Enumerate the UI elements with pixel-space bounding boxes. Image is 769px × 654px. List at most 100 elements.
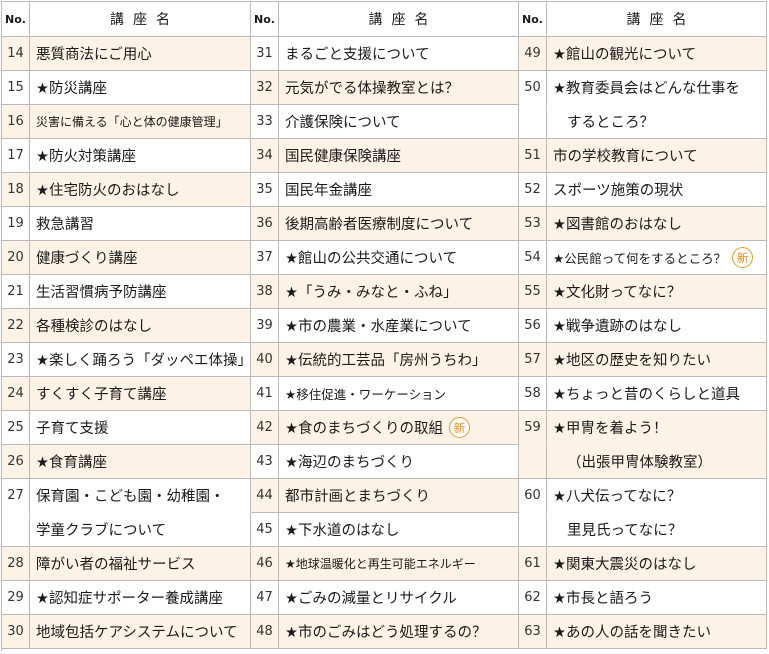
lecture-number: 16: [2, 105, 30, 139]
lecture-title-text: ★関東大震災のはなし: [553, 557, 697, 573]
lecture-title-text: ★文化財ってなに？: [553, 285, 682, 301]
lecture-number: [519, 445, 547, 479]
lecture-title-text: 生活習慣病予防講座: [36, 285, 167, 301]
lecture-title: ★あの人の話を聞きたい: [547, 615, 767, 649]
lecture-title: ★下水道のはなし: [279, 513, 519, 547]
lecture-title-text: ★防火対策講座: [36, 149, 136, 165]
lecture-title-text: ★八犬伝ってなに？: [553, 489, 682, 505]
lecture-number: 39: [251, 309, 279, 343]
lecture-number: [519, 105, 547, 139]
lecture-title-continued: 学童クラブについて: [30, 513, 251, 547]
lecture-title: 悪質商法にご用心: [30, 37, 251, 71]
lecture-number: 23: [2, 343, 30, 377]
header-no: No.: [251, 2, 279, 37]
lecture-number: 19: [2, 207, 30, 241]
lecture-number: 26: [2, 445, 30, 479]
lecture-title-text: （出張甲冑体験教室）: [567, 455, 712, 471]
lecture-title-text: ★ごみの減量とリサイクル: [285, 591, 457, 607]
lecture-title: ★認知症サポーター養成講座: [30, 581, 251, 615]
lecture-title-text: ★楽しく踊ろう「ダッペエ体操」: [36, 353, 251, 369]
lecture-number: 50: [519, 71, 547, 105]
lecture-title-continued: （出張甲冑体験教室）: [547, 445, 767, 479]
lecture-title: ★地区の歴史を知りたい: [547, 343, 767, 377]
lecture-title: 国民年金講座: [279, 173, 519, 207]
lecture-title-text: ★図書館のおはなし: [553, 217, 682, 233]
lecture-title-text: ★館山の観光について: [553, 47, 697, 63]
lecture-title-text: ★住宅防火のおはなし: [36, 183, 180, 199]
lecture-title: スポーツ施策の現状: [547, 173, 767, 207]
lecture-number: 18: [2, 173, 30, 207]
lecture-title: ★伝統的工芸品「房州うちわ」: [279, 343, 519, 377]
lecture-number: 48: [251, 615, 279, 649]
header-lecture-name: 講座名: [547, 2, 767, 37]
lecture-number: 56: [519, 309, 547, 343]
lecture-number: 31: [251, 37, 279, 71]
lecture-title: 介護保険について: [279, 105, 519, 139]
lecture-title: ★食育講座: [30, 445, 251, 479]
lecture-title: ★公民館って何をするところ？ 新: [547, 241, 767, 275]
lecture-title-text: すくすく子育て講座: [36, 387, 167, 403]
lecture-title: ★館山の公共交通について: [279, 241, 519, 275]
lecture-number: 14: [2, 37, 30, 71]
lecture-title: 保育園・こども園・幼稚園・: [30, 479, 251, 513]
lecture-title-text: ★市長と語ろう: [553, 591, 653, 607]
lecture-title: ★防災講座: [30, 71, 251, 105]
lecture-number: 22: [2, 309, 30, 343]
lecture-title: 救急講習: [30, 207, 251, 241]
lecture-list-table: No. 講座名 14 悪質商法にご用心 15 ★防災講座 16 災害に備える「心と体の健康…: [1, 1, 767, 651]
lecture-title: ★ごみの減量とリサイクル: [279, 581, 519, 615]
lecture-title-text: 介護保険について: [285, 115, 401, 131]
lecture-number: 33: [251, 105, 279, 139]
lecture-title-text: 市の学校教育について: [553, 149, 698, 165]
lecture-title-text: するところ？: [567, 115, 654, 131]
lecture-title: ★図書館のおはなし: [547, 207, 767, 241]
lecture-number: 61: [519, 547, 547, 581]
lecture-title-text: 里見氏ってなに？: [567, 523, 683, 539]
lecture-title-continued: するところ？: [547, 105, 767, 139]
lecture-number: 21: [2, 275, 30, 309]
lecture-title-text: まるごと支援について: [285, 47, 430, 63]
lecture-title-text: ★下水道のはなし: [285, 523, 400, 539]
lecture-title-text: 保育園・こども園・幼稚園・: [36, 489, 225, 505]
lecture-title: すくすく子育て講座: [30, 377, 251, 411]
lecture-number: 35: [251, 173, 279, 207]
lecture-title: 地域包括ケアシステムについて: [30, 615, 251, 649]
lecture-title-text: 都市計画とまちづくり: [285, 489, 430, 505]
lecture-number: 44: [251, 479, 279, 513]
lecture-number: 24: [2, 377, 30, 411]
lecture-number: 59: [519, 411, 547, 445]
lecture-title: 災害に備える「心と体の健康管理」: [30, 105, 251, 139]
header-no: No.: [519, 2, 547, 37]
lecture-title: まるごと支援について: [279, 37, 519, 71]
lecture-title: 健康づくり講座: [30, 241, 251, 275]
lecture-title: ★「うみ・みなと・ふね」: [279, 275, 519, 309]
header-lecture-name: 講座名: [30, 2, 251, 37]
lecture-title-text: ★食のまちづくりの取組: [285, 421, 443, 437]
lecture-title: ★戦争遺跡のはなし: [547, 309, 767, 343]
lecture-number: 52: [519, 173, 547, 207]
lecture-number: 62: [519, 581, 547, 615]
lecture-number: 57: [519, 343, 547, 377]
lecture-number: 42: [251, 411, 279, 445]
lecture-title-text: ★あの人の話を聞きたい: [553, 625, 711, 641]
lecture-title-text: ★市のごみはどう処理するの？: [285, 625, 487, 641]
lecture-number: 51: [519, 139, 547, 173]
header-no: No.: [2, 2, 30, 37]
lecture-number: 38: [251, 275, 279, 309]
lecture-title: ★八犬伝ってなに？: [547, 479, 767, 513]
lecture-title: 都市計画とまちづくり: [279, 479, 519, 513]
lecture-title: ★甲冑を着よう！: [547, 411, 767, 445]
lecture-number: 43: [251, 445, 279, 479]
lecture-title: ★市のごみはどう処理するの？: [279, 615, 519, 649]
table-column-1: No. 講座名 14 悪質商法にご用心 15 ★防災講座 16 災害に備える「心と体の健康…: [2, 2, 251, 651]
lecture-title-text: ★地球温暖化と再生可能エネルギー: [285, 557, 476, 571]
lecture-title: ★楽しく踊ろう「ダッペエ体操」: [30, 343, 251, 377]
lecture-number: 20: [2, 241, 30, 275]
lecture-title: ★防火対策講座: [30, 139, 251, 173]
lecture-number: [519, 513, 547, 547]
lecture-title-text: 災害に備える「心と体の健康管理」: [36, 115, 228, 129]
header-lecture-name: 講座名: [279, 2, 519, 37]
lecture-number: 15: [2, 71, 30, 105]
lecture-number: 30: [2, 615, 30, 649]
lecture-title-text: ★公民館って何をするところ？: [553, 251, 727, 266]
